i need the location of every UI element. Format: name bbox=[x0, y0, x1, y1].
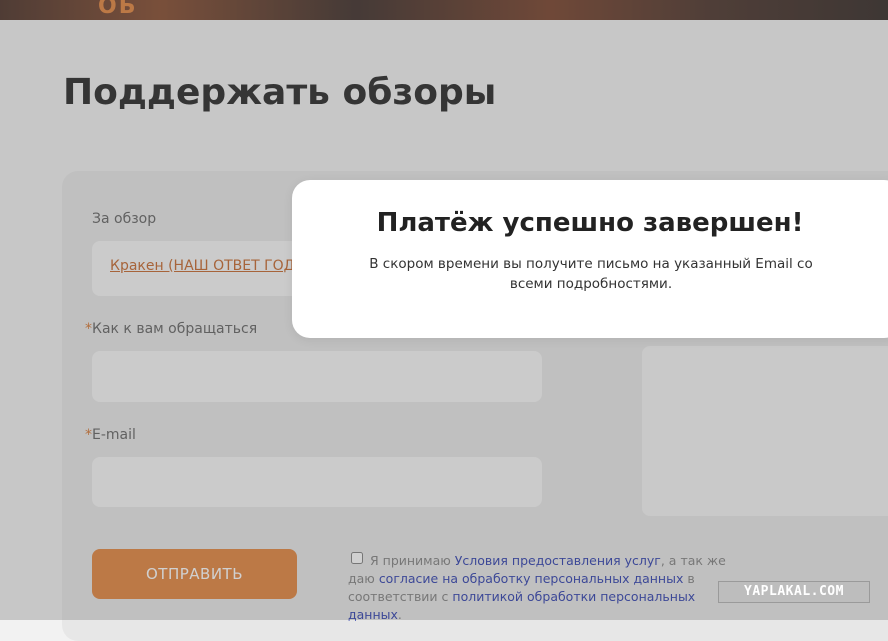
site-watermark: YAPLAKAL.COM bbox=[718, 581, 870, 603]
modal-message: В скором времени вы получите письмо на у… bbox=[369, 256, 813, 292]
modal-title: Платёж успешно завершен! bbox=[376, 208, 804, 238]
success-modal: Платёж успешно завершен! В скором времен… bbox=[292, 180, 888, 338]
